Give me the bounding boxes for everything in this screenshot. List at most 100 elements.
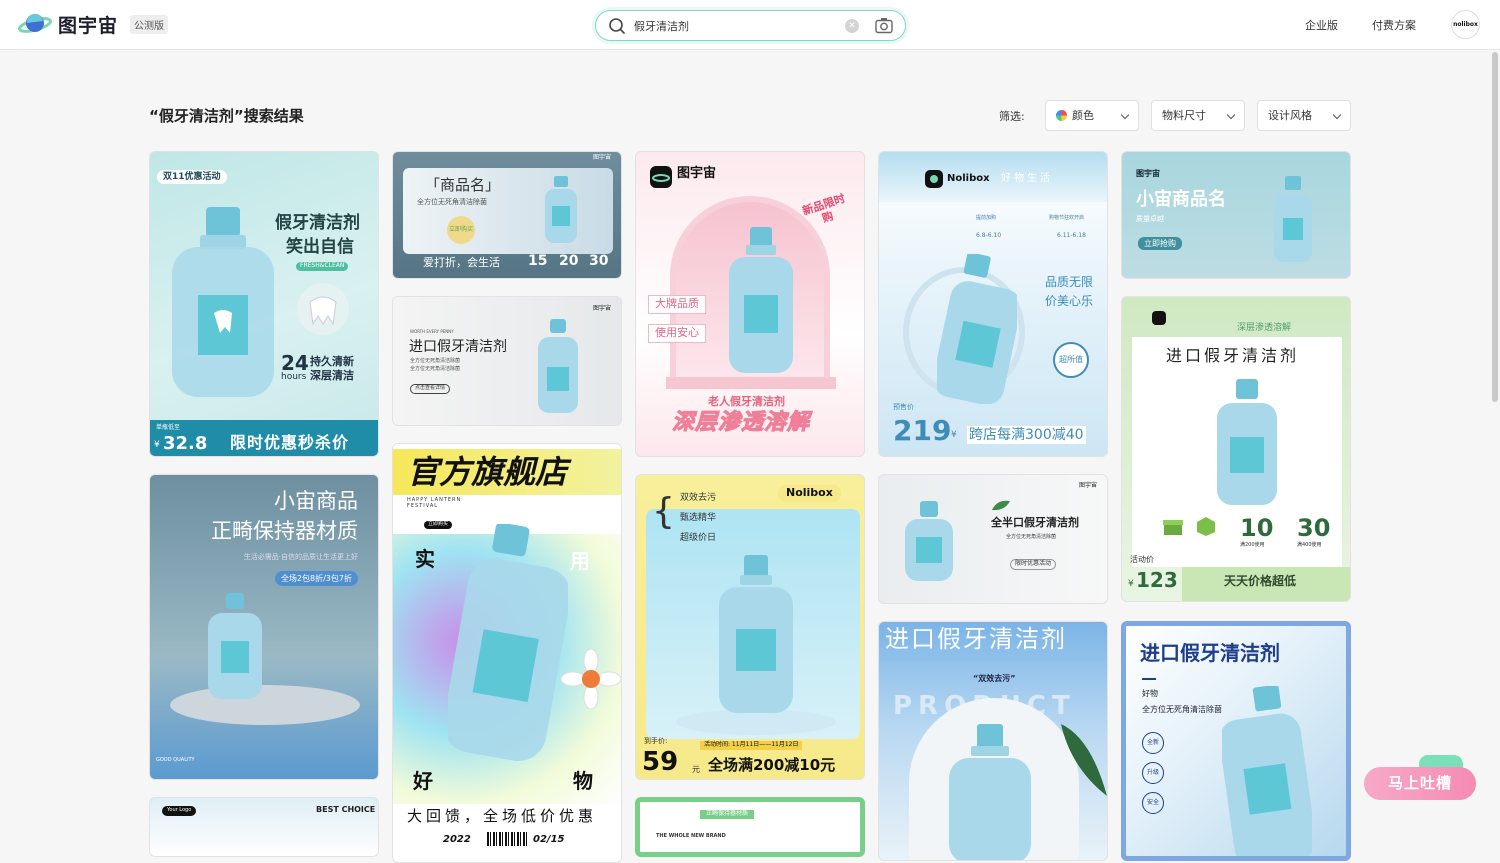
- filter-color-dropdown[interactable]: 颜色: [1045, 100, 1139, 131]
- feature-text: 双效去污: [680, 493, 717, 503]
- result-card[interactable]: 图宇宙 「商品名」 全方位无死角清洁除菌 立即购买 爱打折，会生活 15 20 …: [392, 151, 622, 279]
- card-subtitle: 质量卓越: [1136, 215, 1164, 223]
- presale-label: 预售价: [893, 403, 914, 411]
- card-tag: 深层渗透溶解: [1237, 323, 1292, 333]
- good-quality-text: GOOD QUALITY: [156, 757, 195, 763]
- card-title: 进口假牙清洁剂: [1166, 346, 1300, 365]
- feature-text: 甄选精华: [680, 513, 717, 523]
- result-card[interactable]: Nolibox { 双效去污 甄选精华 超级价日 到手价: 59 元 活动时间:…: [635, 474, 865, 780]
- result-card[interactable]: 小宙商品 正畸保持器材质 生活必需品·自信的品质让生活更上好 全场2包8折/3包…: [149, 474, 379, 780]
- result-card[interactable]: 深层渗透溶解 进口假牙清洁剂 10 满200使用 30 满400使用 活动价 ¥…: [1121, 296, 1351, 602]
- beta-badge: 公测版: [130, 14, 169, 34]
- buy-button: 立即购买: [447, 216, 475, 244]
- clear-search-icon[interactable]: ✕: [845, 19, 859, 33]
- brand-logo-icon: [650, 166, 672, 188]
- promo-text: 限时优惠秒杀价: [230, 433, 350, 452]
- result-card[interactable]: Nolibox 好物生活 提前加购 购物节狂欢开启 6.8-6.10 6.11-…: [878, 151, 1108, 457]
- search-bar[interactable]: ✕: [595, 10, 906, 41]
- filter-style-dropdown[interactable]: 设计风格: [1257, 100, 1351, 131]
- result-card[interactable]: 正畸保持器材质 THE WHOLE NEW BRAND: [635, 797, 865, 857]
- promo-tag: 双11优惠活动: [157, 170, 227, 185]
- big-char: 用: [570, 549, 590, 573]
- product-bottle-icon: [1222, 686, 1312, 856]
- gift-icon: [1163, 520, 1183, 535]
- result-card[interactable]: 图宇宙 新品限时购 大牌品质 使用安心 老人假牙清洁剂 深层渗透溶解: [635, 151, 865, 457]
- avatar[interactable]: nolibox: [1451, 10, 1480, 39]
- product-bottle-icon: [937, 254, 1017, 404]
- nolibox-logo-icon: [925, 170, 943, 188]
- coupon-condition: 满200使用: [1240, 542, 1265, 548]
- nav-pricing[interactable]: 付费方案: [1372, 17, 1416, 33]
- brand-logo-icon: [1152, 311, 1166, 325]
- price: 219: [893, 414, 952, 447]
- nav-enterprise[interactable]: 企业版: [1305, 17, 1338, 33]
- new-product-stamp: 新品限时购: [800, 191, 847, 225]
- result-card[interactable]: Your Logo BEST CHOICE: [149, 797, 379, 857]
- product-bottle-icon: [448, 524, 568, 762]
- product-name: 老人假牙清洁剂: [708, 395, 785, 408]
- chevron-down-icon: [1226, 110, 1236, 120]
- filter-label: 筛选:: [999, 110, 1025, 123]
- logo-text: 图宇宙: [58, 14, 119, 37]
- result-card[interactable]: 图宇宙 全半口假牙清洁剂 全方位无死角清洁除菌 限时优惠活动: [878, 474, 1108, 604]
- discount-value: 20: [559, 253, 579, 269]
- product-bottle-icon: [719, 555, 793, 713]
- card-tag: 正畸保持器材质: [700, 810, 755, 819]
- promo-text: 天天价格超低: [1224, 574, 1297, 588]
- feature-tag: 使用安心: [648, 324, 706, 343]
- price-label: 活动价: [1130, 555, 1154, 564]
- scrollbar[interactable]: [1492, 52, 1498, 402]
- brand-label: 图宇宙: [592, 154, 611, 161]
- brand-label: 图宇宙: [1078, 482, 1097, 489]
- daisy-icon: [561, 649, 621, 709]
- card-title: 进口假牙清洁剂: [409, 339, 507, 355]
- brand-label: 图宇宙: [677, 166, 717, 181]
- brand-label: 图宇宙: [592, 305, 611, 312]
- top-band: [879, 152, 1107, 202]
- eng-label: THE WHOLE NEW BRAND: [656, 833, 726, 839]
- feature-text: 超级价日: [680, 533, 717, 543]
- promo-button: 限时优惠活动: [1010, 559, 1057, 570]
- coupon-value: 10: [1240, 514, 1274, 542]
- eng-label: HAPPY LANTERN FESTIVAL: [407, 497, 462, 509]
- product-bottle-icon: [208, 593, 262, 699]
- search-input[interactable]: [634, 16, 834, 35]
- filter-style-label: 设计风格: [1268, 109, 1312, 122]
- result-card[interactable]: 图宇宙 小宙商品名 质量卓越 立即抢购: [1121, 151, 1351, 279]
- result-card[interactable]: 官方旗舰店 HAPPY LANTERN FESTIVAL 立即购买 实 用 好 …: [392, 443, 622, 863]
- card-subtitle: 生活必需品·自信的品质让生活更上好: [243, 553, 358, 561]
- schedule-label: 购物节狂欢开启: [1049, 215, 1085, 221]
- camera-search-icon[interactable]: [875, 17, 893, 34]
- card-title: 假牙清洁剂: [275, 213, 360, 233]
- result-card[interactable]: 进口假牙清洁剂 好物 全方位无死角清洁除菌 全新 升级 安全: [1121, 621, 1351, 861]
- currency: ¥: [154, 440, 160, 450]
- buy-button: 立即抢购: [1138, 237, 1182, 251]
- logo-badge: Your Logo: [162, 806, 197, 816]
- coupon-value: 30: [1297, 514, 1331, 542]
- discount-value: 30: [589, 253, 609, 269]
- price: 123: [1136, 568, 1178, 592]
- eng-label: WORTH EVERY PENNY: [410, 329, 454, 334]
- result-card[interactable]: 进口假牙清洁剂 “双效去污” PRODUCT: [878, 621, 1108, 861]
- feedback-button[interactable]: 马上吐槽: [1364, 767, 1476, 800]
- result-card[interactable]: 图宇宙 WORTH EVERY PENNY 进口假牙清洁剂 全方位无死角清洁除菌…: [392, 296, 622, 426]
- card-slogan: 爱打折，会生活: [423, 256, 500, 269]
- divider: [1142, 678, 1156, 680]
- logo[interactable]: 图宇宙 公测版: [18, 10, 169, 38]
- card-title: 进口假牙清洁剂: [885, 625, 1067, 653]
- card-title: 正畸保持器材质: [211, 519, 358, 543]
- filter-size-dropdown[interactable]: 物料尺寸: [1151, 100, 1245, 131]
- result-card[interactable]: 双11优惠活动 假牙清洁剂 笑出自信 FRESH&CLEAN 24 hours …: [149, 151, 379, 457]
- store-title: 官方旗舰店: [407, 453, 568, 491]
- bracket: {: [652, 491, 675, 532]
- card-subtitle: “双效去污”: [973, 674, 1016, 683]
- filter-size-label: 物料尺寸: [1162, 109, 1206, 122]
- value-circle: 超所值: [1053, 342, 1089, 378]
- card-desc: 持久清新: [310, 355, 354, 368]
- podium: [170, 685, 360, 725]
- product-bottle-icon: [545, 176, 577, 243]
- details-button: 点击查看详情: [410, 384, 451, 394]
- promo-text: 全场满200减10元: [708, 756, 836, 774]
- search-icon[interactable]: [608, 17, 626, 35]
- schedule-date: 6.8-6.10: [976, 232, 1002, 239]
